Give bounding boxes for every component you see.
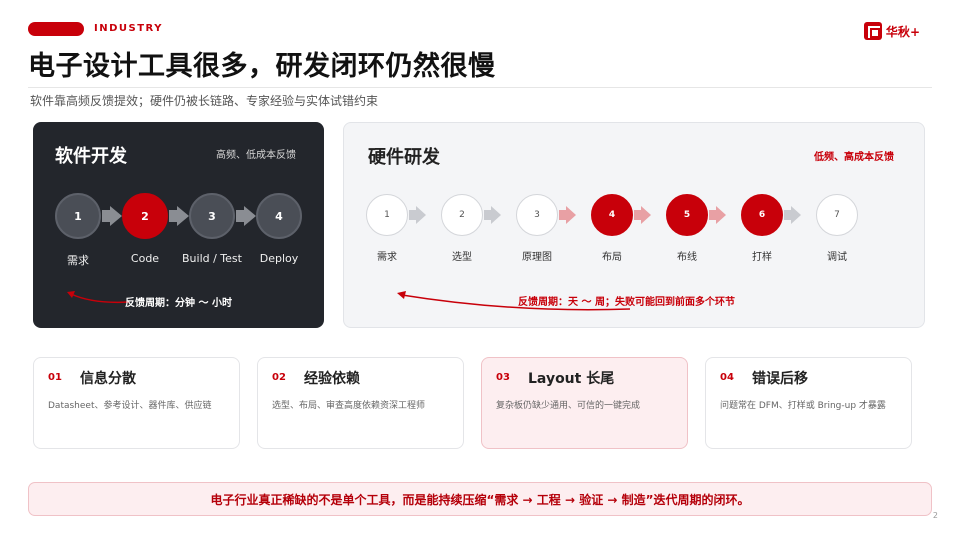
hardware-step-5: 5 <box>666 194 708 236</box>
pain-card-4: 04 错误后移 问题常在 DFM、打样或 Bring-up 才暴露 <box>705 357 912 449</box>
hardware-step-1: 1 <box>366 194 408 236</box>
hardware-step-label: 布局 <box>602 252 622 263</box>
card-title: Layout 长尾 <box>528 371 615 387</box>
hardware-step-label: 打样 <box>752 252 772 263</box>
page-subtitle: 软件靠高频反馈提效；硬件仍被长链路、专家经验与实体试错约束 <box>30 94 379 108</box>
hardware-step-2: 2 <box>441 194 483 236</box>
feedback-arrow-icon <box>67 291 130 304</box>
hardware-step-6: 6 <box>741 194 783 236</box>
card-title: 信息分散 <box>80 371 136 387</box>
hardware-feedback: 反馈周期：天 ～ 周；失败可能回到前面多个环节 <box>518 297 735 308</box>
software-title: 软件开发 <box>55 146 127 167</box>
brand-logo: 华秋+ <box>863 22 920 40</box>
hardware-step-label: 需求 <box>377 252 397 263</box>
software-step-4: 4 <box>256 193 302 239</box>
pain-card-1: 01 信息分散 Datasheet、参考设计、器件库、供应链 <box>33 357 240 449</box>
step-arrow-icon <box>559 206 576 224</box>
hardware-step-label: 原理图 <box>522 252 552 263</box>
step-arrow-icon <box>409 206 426 224</box>
page-title: 电子设计工具很多，研发闭环仍然很慢 <box>28 51 496 82</box>
hardware-step-7: 7 <box>816 194 858 236</box>
card-body: Datasheet、参考设计、器件库、供应链 <box>48 401 212 411</box>
step-arrow-icon <box>236 206 256 226</box>
step-arrow-icon <box>634 206 651 224</box>
hardware-title: 硬件研发 <box>368 147 440 168</box>
page-number: 2 <box>932 511 938 520</box>
card-number: 03 <box>496 372 510 383</box>
hardware-step-label: 布线 <box>677 252 697 263</box>
step-arrow-icon <box>484 206 501 224</box>
card-number: 02 <box>272 372 286 383</box>
step-arrow-icon <box>784 206 801 224</box>
hardware-note: 低频、高成本反馈 <box>814 152 894 163</box>
pain-card-2: 02 经验依赖 选型、布局、审查高度依赖资深工程师 <box>257 357 464 449</box>
pain-card-3: 03 Layout 长尾 复杂板仍缺少通用、可信的一键完成 <box>481 357 688 449</box>
step-arrow-icon <box>102 206 122 226</box>
software-step-1: 1 <box>55 193 101 239</box>
title-divider <box>28 87 932 88</box>
conclusion-banner: 电子行业真正稀缺的不是单个工具，而是能持续压缩“需求 → 工程 → 验证 → 制… <box>28 482 932 516</box>
software-note: 高频、低成本反馈 <box>216 150 296 161</box>
hardware-panel: 硬件研发 低频、高成本反馈 1 2 3 4 5 6 7 需求 选型 原理图 布局… <box>343 122 925 328</box>
card-number: 01 <box>48 372 62 383</box>
card-body: 复杂板仍缺少通用、可信的一键完成 <box>496 401 641 411</box>
hardware-step-3: 3 <box>516 194 558 236</box>
logo-text: 华秋+ <box>885 24 920 39</box>
card-body: 选型、布局、审查高度依赖资深工程师 <box>272 401 426 411</box>
section-tag-pill <box>28 22 84 36</box>
step-arrow-icon <box>709 206 726 224</box>
step-arrow-icon <box>169 206 189 226</box>
software-panel: 软件开发 高频、低成本反馈 1 2 3 4 需求 Code Build / Te… <box>33 122 324 328</box>
card-title: 经验依赖 <box>304 371 360 387</box>
software-step-3: 3 <box>189 193 235 239</box>
section-tag: INDUSTRY <box>94 23 163 34</box>
card-body: 问题常在 DFM、打样或 Bring-up 才暴露 <box>720 401 886 411</box>
software-feedback: 反馈周期：分钟 ～ 小时 <box>125 298 232 309</box>
hardware-step-4: 4 <box>591 194 633 236</box>
hardware-step-label: 选型 <box>452 252 472 263</box>
software-step-label: Deploy <box>259 252 299 265</box>
logo-mark-icon <box>863 22 882 40</box>
software-step-2: 2 <box>122 193 168 239</box>
card-number: 04 <box>720 372 734 383</box>
card-title: 错误后移 <box>752 371 808 387</box>
hardware-step-label: 调试 <box>827 252 847 263</box>
